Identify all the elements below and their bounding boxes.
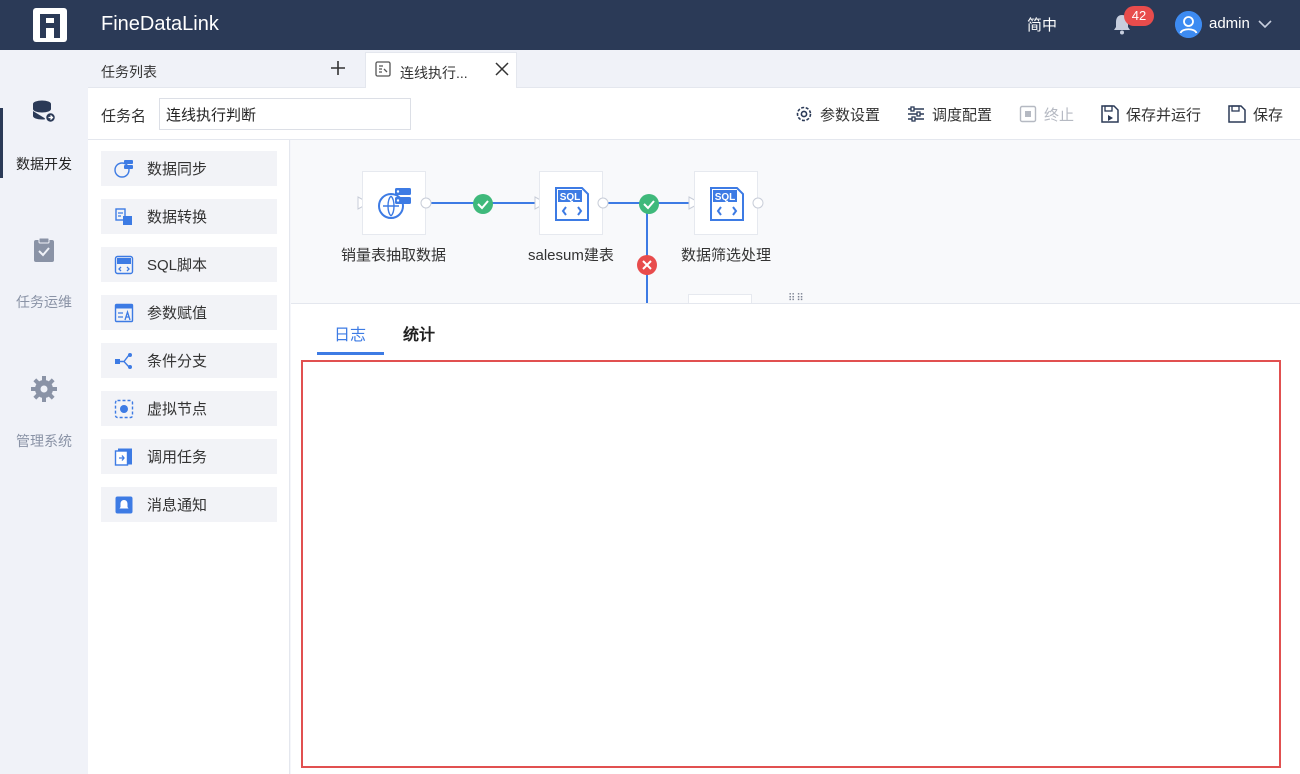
nav-label: 数据开发 [16, 156, 72, 172]
button-label: 保存并运行 [1126, 106, 1202, 124]
schedule-config-button[interactable]: 调度配置 [906, 103, 992, 125]
sql-file-icon: SQL [555, 187, 589, 221]
tab-label: 任务列表 [101, 64, 157, 80]
node-label: 数据筛选处理 [681, 247, 772, 264]
palette-item-label: 虚拟节点 [147, 401, 208, 418]
save-and-run-button[interactable]: 保存并运行 [1100, 103, 1201, 125]
save-button[interactable]: 保存 [1227, 103, 1283, 125]
success-check-icon[interactable] [472, 193, 494, 215]
nav-label: 管理系统 [16, 433, 72, 449]
task-name-input[interactable] [159, 98, 411, 130]
palette-item-label: 条件分支 [147, 353, 208, 370]
palette-item-label: 参数赋值 [147, 305, 208, 322]
stop-button[interactable]: 终止 [1018, 103, 1074, 125]
username[interactable]: admin [1209, 15, 1250, 32]
sql-icon-text: SQL [560, 192, 581, 203]
call-task-icon [114, 448, 132, 466]
data-sync-icon [114, 159, 133, 178]
node-output-port-icon[interactable] [752, 197, 764, 209]
node-data-sync[interactable] [362, 171, 426, 235]
palette-item-label: 消息通知 [147, 497, 208, 514]
button-label: 终止 [1044, 106, 1075, 124]
stop-icon [1019, 105, 1037, 123]
database-icon [33, 100, 57, 124]
param-assign-icon [114, 303, 134, 322]
branch-icon [115, 352, 132, 369]
tab-underline [317, 352, 384, 355]
tab-current-task[interactable]: 连线执行... [365, 52, 517, 89]
tab-stats[interactable]: 统计 [403, 321, 435, 345]
app-title: FineDataLink [101, 13, 219, 35]
data-transform-icon [115, 207, 132, 225]
node-output-port-icon[interactable] [597, 197, 609, 209]
node-label: 销量表抽取数据 [341, 247, 447, 264]
node-sql-create-table[interactable]: SQL [539, 171, 603, 235]
sql-icon-text: SQL [715, 192, 736, 203]
plus-icon[interactable] [328, 58, 348, 78]
data-sync-icon [378, 188, 411, 219]
palette-item-label: 数据同步 [147, 161, 208, 178]
clipboard-check-icon [34, 237, 54, 262]
nav-label: 任务运维 [16, 294, 72, 310]
sliders-icon [908, 106, 924, 122]
palette-item-sql-script[interactable]: SQL脚本 [101, 247, 277, 282]
left-nav: 数据开发 任务运维 管理系统 [0, 50, 88, 774]
node-sql-filter[interactable]: SQL [694, 171, 758, 235]
language-switch[interactable]: 简中 [1027, 14, 1057, 35]
bottom-panel: 日志 统计 [291, 303, 1300, 774]
notification-badge: 42 [1124, 6, 1154, 26]
log-output-area[interactable] [301, 360, 1281, 768]
connection-lines [426, 197, 699, 303]
chevron-down-icon[interactable] [1257, 16, 1273, 32]
sql-file-icon [114, 255, 134, 274]
gear-icon [31, 376, 57, 402]
workflow-file-icon [375, 61, 391, 77]
component-palette: 数据同步 数据转换 SQL脚本 参数赋值 条件分支 虚拟节点 调用任务 消息通知 [88, 140, 290, 774]
success-check-icon[interactable] [638, 193, 660, 215]
palette-item-call-task[interactable]: 调用任务 [101, 439, 277, 474]
save-icon [1228, 105, 1246, 123]
nav-item-task-ops[interactable]: 任务运维 [0, 228, 88, 338]
palette-item-virtual-node[interactable]: 虚拟节点 [101, 391, 277, 426]
tab-log[interactable]: 日志 [334, 321, 366, 345]
palette-item-data-sync[interactable]: 数据同步 [101, 151, 277, 186]
palette-item-condition-branch[interactable]: 条件分支 [101, 343, 277, 378]
palette-item-label: 调用任务 [147, 449, 208, 466]
node-output-port-icon[interactable] [420, 197, 432, 209]
save-run-icon [1101, 105, 1119, 123]
close-icon[interactable] [494, 61, 510, 77]
resize-handle-icon[interactable]: ⠿⠿ [788, 293, 805, 303]
button-label: 调度配置 [932, 106, 993, 124]
nav-item-system-admin[interactable]: 管理系统 [0, 367, 88, 477]
virtual-node-icon [114, 399, 134, 418]
failure-x-icon[interactable] [636, 254, 658, 276]
tab-label: 连线执行... [400, 65, 468, 81]
task-toolbar: 任务名 参数设置 调度配置 终止 保存并运行 [88, 88, 1300, 140]
button-label: 参数设置 [820, 106, 881, 124]
gear-outline-icon [796, 106, 812, 122]
task-name-label: 任务名 [101, 108, 147, 125]
palette-item-param-assign[interactable]: 参数赋值 [101, 295, 277, 330]
top-bar: FineDataLink 简中 42 admin [0, 0, 1300, 50]
node-partial[interactable] [688, 294, 752, 303]
palette-item-notification[interactable]: 消息通知 [101, 487, 277, 522]
palette-item-label: SQL脚本 [147, 257, 208, 274]
nav-item-data-dev[interactable]: 数据开发 [0, 90, 88, 200]
node-label: salesum建表 [528, 247, 614, 264]
user-avatar-icon[interactable] [1175, 11, 1202, 38]
notification-icon [115, 496, 133, 513]
sql-file-icon: SQL [710, 187, 744, 221]
params-settings-button[interactable]: 参数设置 [794, 103, 880, 125]
finedatalink-logo-icon[interactable] [33, 8, 67, 42]
workflow-canvas[interactable]: 销量表抽取数据 SQL salesum建表 SQL 数据筛选处理 ⠿⠿ [291, 140, 1300, 303]
button-label: 保存 [1253, 106, 1284, 124]
palette-item-data-transform[interactable]: 数据转换 [101, 199, 277, 234]
tab-task-list[interactable]: 任务列表 [88, 50, 364, 88]
palette-item-label: 数据转换 [147, 209, 208, 226]
tabs-bar: 任务列表 连线执行... [88, 50, 1300, 89]
